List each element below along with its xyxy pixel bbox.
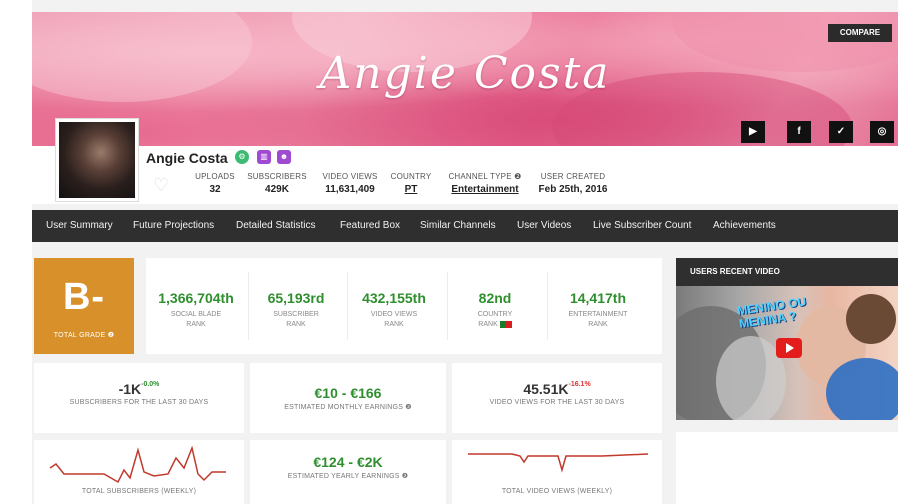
rank-subscriber: 65,193rd SUBSCRIBER RANK: [267, 290, 325, 328]
subs-30-days-card: -1K-0.0% SUBSCRIBERS FOR THE LAST 30 DAY…: [34, 363, 244, 433]
channel-banner: Angie Costa COMPARE ▶ f ✓ ◎: [32, 12, 898, 146]
rank-entertainment: 14,417th ENTERTAINMENT RANK: [568, 290, 628, 328]
yearly-earnings-value: €124 - €2K: [313, 454, 383, 470]
channel-name: Angie Costa: [146, 150, 228, 166]
grade-label: TOTAL GRADE ❷: [53, 332, 115, 339]
views-30-days-card: 45.51K-16.1% VIDEO VIEWS FOR THE LAST 30…: [452, 363, 662, 433]
weekly-subs-card: TOTAL SUBSCRIBERS (WEEKLY): [34, 440, 244, 504]
stat-uploads: UPLOADS 32: [195, 172, 235, 195]
monthly-earnings-value: €10 - €166: [314, 385, 382, 401]
thumbnail-title: MENINO OU MENINA ?: [736, 294, 808, 331]
stat-subscribers: SUBSCRIBERS 429K: [247, 172, 307, 195]
portugal-flag-icon: [499, 320, 512, 328]
banner-title: Angie Costa: [319, 48, 611, 99]
nav-detailed-statistics[interactable]: Detailed Statistics: [236, 210, 315, 242]
recent-video-panel: USERS RECENT VIDEO MENINO OU MENINA ?: [676, 258, 898, 420]
rank-country: 82nd COUNTRY RANK: [477, 290, 513, 328]
nav-achievements[interactable]: Achievements: [713, 210, 776, 242]
weekly-views-card: TOTAL VIDEO VIEWS (WEEKLY): [452, 440, 662, 504]
instagram-icon[interactable]: ◎: [870, 121, 894, 143]
youtube-icon[interactable]: ▶: [741, 121, 765, 143]
monthly-earnings-card: €10 - €166 ESTIMATED MONTHLY EARNINGS ❷: [250, 363, 446, 433]
subs-30-days-pct: -0.0%: [141, 381, 160, 388]
subs-30-days-value: -1K: [118, 381, 142, 397]
views-30-days-pct: -16.1%: [568, 381, 591, 388]
weekly-views-label: TOTAL VIDEO VIEWS (WEEKLY): [501, 488, 613, 495]
left-margin: [0, 0, 32, 504]
grade-value: B-: [62, 276, 106, 318]
yearly-earnings-label: ESTIMATED YEARLY EARNINGS ❷: [287, 473, 409, 480]
settings-badge-icon[interactable]: ⚙: [235, 150, 249, 164]
recent-video-header: USERS RECENT VIDEO: [676, 258, 898, 286]
total-grade-box: B- TOTAL GRADE ❷: [34, 258, 134, 354]
views-30-days-label: VIDEO VIEWS FOR THE LAST 30 DAYS: [489, 399, 625, 406]
sidebar-panel: [676, 432, 898, 504]
nav-featured-box[interactable]: Featured Box: [340, 210, 400, 242]
views-30-days-value: 45.51K: [523, 381, 569, 397]
compare-button[interactable]: COMPARE: [828, 24, 892, 42]
play-icon[interactable]: [776, 338, 802, 358]
weekly-subs-sparkline: [49, 446, 226, 484]
nav-similar-channels[interactable]: Similar Channels: [420, 210, 496, 242]
stat-channel-type[interactable]: CHANNEL TYPE ❷ Entertainment: [442, 172, 528, 195]
nav-user-summary[interactable]: User Summary: [46, 210, 113, 242]
rank-social-blade: 1,366,704th SOCIAL BLADE RANK: [158, 290, 234, 328]
nav-future-projections[interactable]: Future Projections: [133, 210, 214, 242]
yearly-earnings-card: €124 - €2K ESTIMATED YEARLY EARNINGS ❷: [250, 440, 446, 504]
facebook-icon[interactable]: f: [787, 121, 811, 143]
subs-30-days-label: SUBSCRIBERS FOR THE LAST 30 DAYS: [69, 399, 209, 406]
avatar[interactable]: [55, 118, 139, 202]
main-nav: User Summary Future Projections Detailed…: [32, 210, 898, 242]
weekly-views-sparkline: [468, 453, 649, 473]
recent-video-thumbnail[interactable]: MENINO OU MENINA ?: [676, 286, 898, 420]
twitter-icon[interactable]: ✓: [829, 121, 853, 143]
users-badge-icon[interactable]: ☻: [277, 150, 291, 164]
stat-country[interactable]: COUNTRY PT: [388, 172, 434, 195]
stat-video-views: VIDEO VIEWS 11,631,409: [322, 172, 378, 195]
weekly-subs-label: TOTAL SUBSCRIBERS (WEEKLY): [81, 488, 197, 495]
nav-live-subscriber-count[interactable]: Live Subscriber Count: [593, 210, 691, 242]
monthly-earnings-label: ESTIMATED MONTHLY EARNINGS ❷: [284, 404, 412, 411]
nav-user-videos[interactable]: User Videos: [517, 210, 571, 242]
favorite-heart-icon[interactable]: ♡: [153, 175, 169, 196]
stat-user-created: USER CREATED Feb 25th, 2016: [538, 172, 608, 195]
rank-video-views: 432,155th VIDEO VIEWS RANK: [362, 290, 426, 328]
chart-badge-icon[interactable]: ▥: [257, 150, 271, 164]
